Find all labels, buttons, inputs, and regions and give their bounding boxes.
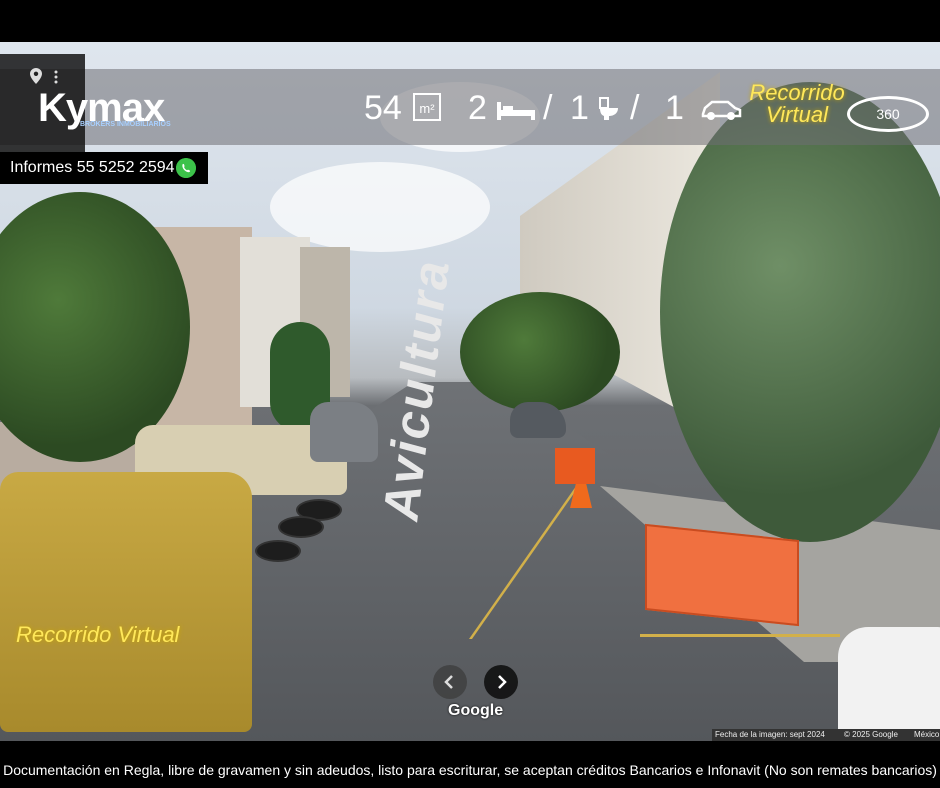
chevron-left-icon — [444, 675, 453, 689]
country-label: México — [914, 730, 940, 739]
tree-center — [460, 292, 620, 412]
previous-button[interactable] — [433, 665, 467, 699]
virtual-tour-line1: Recorrido — [749, 80, 845, 105]
yellow-suv — [0, 472, 252, 732]
more-options-icon[interactable] — [54, 70, 58, 84]
area-unit-icon: m² — [413, 93, 441, 121]
location-pin-icon[interactable] — [30, 68, 42, 84]
tree-right — [660, 82, 940, 542]
whatsapp-icon[interactable] — [176, 158, 196, 178]
virtual-tour-label-scene[interactable]: Recorrido Virtual — [16, 624, 179, 646]
image-date: Fecha de la imagen: sept 2024 — [715, 730, 825, 739]
next-button[interactable] — [484, 665, 518, 699]
tire — [278, 516, 324, 538]
virtual-tour-label-top[interactable]: Recorrido Virtual — [748, 82, 846, 126]
separator: / — [543, 89, 553, 127]
parking-value: 1 — [665, 89, 684, 127]
traffic-barrier — [645, 523, 799, 627]
curb-line — [640, 634, 840, 637]
copyright: © 2025 Google — [844, 730, 898, 739]
kymax-logo-subtitle: BROKERS INMOBILIARIOS — [80, 121, 171, 128]
bed-icon — [497, 102, 535, 120]
top-black-bar — [0, 0, 940, 42]
virtual-tour-line2: Virtual — [766, 102, 828, 127]
toilet-icon — [599, 97, 618, 120]
white-car — [838, 627, 940, 741]
traffic-barrier-small — [555, 448, 595, 484]
bedrooms-value: 2 — [468, 89, 487, 127]
separator: / — [630, 89, 640, 127]
google-watermark: Google — [448, 702, 504, 719]
chevron-right-icon — [498, 675, 507, 689]
phone-label: Informes 55 5252 2594 — [10, 159, 175, 176]
bathrooms-value: 1 — [570, 89, 589, 127]
grey-car — [310, 402, 378, 462]
area-value: 54 — [364, 89, 402, 127]
car-icon — [701, 100, 742, 120]
footer-disclaimer: Documentación en Regla, libre de gravame… — [3, 762, 937, 778]
tire — [255, 540, 301, 562]
360-view-button[interactable]: 360 — [847, 96, 929, 132]
